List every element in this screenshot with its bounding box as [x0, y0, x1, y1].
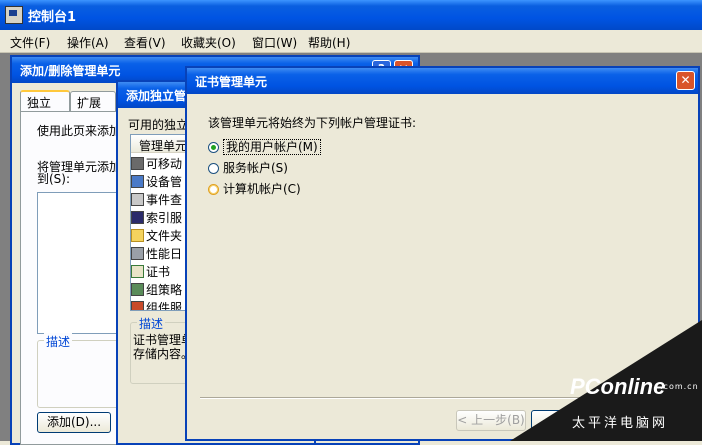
list-item-label: 设备管: [146, 175, 183, 189]
tab-standalone[interactable]: 独立: [20, 90, 70, 112]
tab-extensions-label: 扩展: [77, 96, 102, 110]
description-group: 描述: [37, 333, 121, 408]
list-item[interactable]: 可移动: [131, 155, 182, 173]
performance-logs-icon: [131, 247, 144, 260]
list-item-label: 事件查: [146, 193, 183, 207]
list-item[interactable]: 证书: [131, 263, 170, 281]
menu-favorites[interactable]: 收藏夹(O): [181, 34, 236, 51]
menu-view[interactable]: 查看(V): [124, 34, 166, 51]
device-manager-icon: [131, 175, 144, 188]
cert-dialog-title-bar: 证书管理单元 ✕: [187, 68, 698, 94]
standalone-tab-panel: 使用此页来添加 将管理单元添加 到(S): 描述 添加(D)...: [20, 111, 122, 445]
main-title-bar: 控制台1: [0, 0, 702, 30]
certificates-icon: [131, 265, 144, 278]
radio-service-account[interactable]: 服务帐户(S): [208, 159, 288, 177]
menu-action[interactable]: 操作(A): [67, 34, 109, 51]
radio-my-user-account[interactable]: 我的用户帐户(M): [208, 138, 321, 156]
list-item[interactable]: 性能日: [131, 245, 182, 263]
list-item[interactable]: 组策略: [131, 281, 182, 299]
component-services-icon: [131, 301, 144, 310]
cert-dialog-title: 证书管理单元: [195, 75, 268, 89]
add-button[interactable]: 添加(D)...: [37, 412, 111, 433]
group-policy-icon: [131, 283, 144, 296]
available-snapins-label: 可用的独立: [128, 118, 189, 132]
account-prompt: 该管理单元将始终为下列帐户管理证书:: [208, 116, 417, 130]
tab-standalone-label: 独立: [27, 96, 52, 110]
radio-computer-account[interactable]: 计算机帐户(C): [208, 180, 301, 198]
radio-my-user-account-label: 我的用户帐户(M): [223, 139, 321, 155]
list-item-label: 组件服: [146, 301, 183, 311]
radio-computer-account-label: 计算机帐户(C): [223, 182, 301, 196]
snapins-added-list[interactable]: [37, 192, 121, 334]
list-item[interactable]: 组件服: [131, 299, 183, 311]
mmc-app-icon: [5, 6, 23, 24]
column-header-label: 管理单元: [139, 139, 188, 153]
radio-service-account-label: 服务帐户(S): [223, 161, 288, 175]
window-title: 控制台1: [28, 10, 77, 25]
watermark-logo: PConline: [570, 374, 666, 399]
add-standalone-title: 添加独立管: [126, 89, 187, 103]
radio-indicator[interactable]: [208, 184, 219, 195]
removable-storage-icon: [131, 157, 144, 170]
menu-help[interactable]: 帮助(H): [308, 34, 350, 51]
radio-selected-indicator[interactable]: [208, 142, 219, 153]
list-item[interactable]: 索引服: [131, 209, 182, 227]
list-item[interactable]: 事件查: [131, 191, 182, 209]
list-item-label: 组策略: [146, 283, 183, 297]
menu-bar: 文件(F) 操作(A) 查看(V) 收藏夹(O) 窗口(W) 帮助(H): [0, 30, 702, 53]
snapins-added-label-line2: 到(S):: [37, 172, 71, 186]
watermark-domain: .com.cn: [660, 382, 699, 391]
menu-file[interactable]: 文件(F): [10, 34, 50, 51]
list-item-label: 可移动: [146, 157, 183, 171]
intro-text: 使用此页来添加: [37, 124, 122, 138]
list-item[interactable]: 文件夹: [131, 227, 182, 245]
add-remove-title: 添加/删除管理单元: [20, 64, 121, 78]
close-icon[interactable]: ✕: [676, 71, 695, 90]
folder-icon: [131, 229, 144, 242]
list-item-label: 文件夹: [146, 229, 183, 243]
list-item-label: 性能日: [146, 247, 183, 261]
description-label: 描述: [44, 333, 73, 350]
standalone-description-label: 描述: [137, 315, 166, 332]
radio-indicator[interactable]: [208, 163, 219, 174]
event-viewer-icon: [131, 193, 144, 206]
list-item[interactable]: 设备管: [131, 173, 182, 191]
list-item-label: 索引服: [146, 211, 183, 225]
watermark-cn-text: 太平洋电脑网: [572, 416, 669, 431]
list-item-label: 证书: [146, 265, 171, 279]
indexing-service-icon: [131, 211, 144, 224]
menu-window[interactable]: 窗口(W): [252, 34, 297, 51]
tab-extensions[interactable]: 扩展: [70, 91, 116, 111]
description-text-line2: 存储内容。: [133, 347, 194, 361]
